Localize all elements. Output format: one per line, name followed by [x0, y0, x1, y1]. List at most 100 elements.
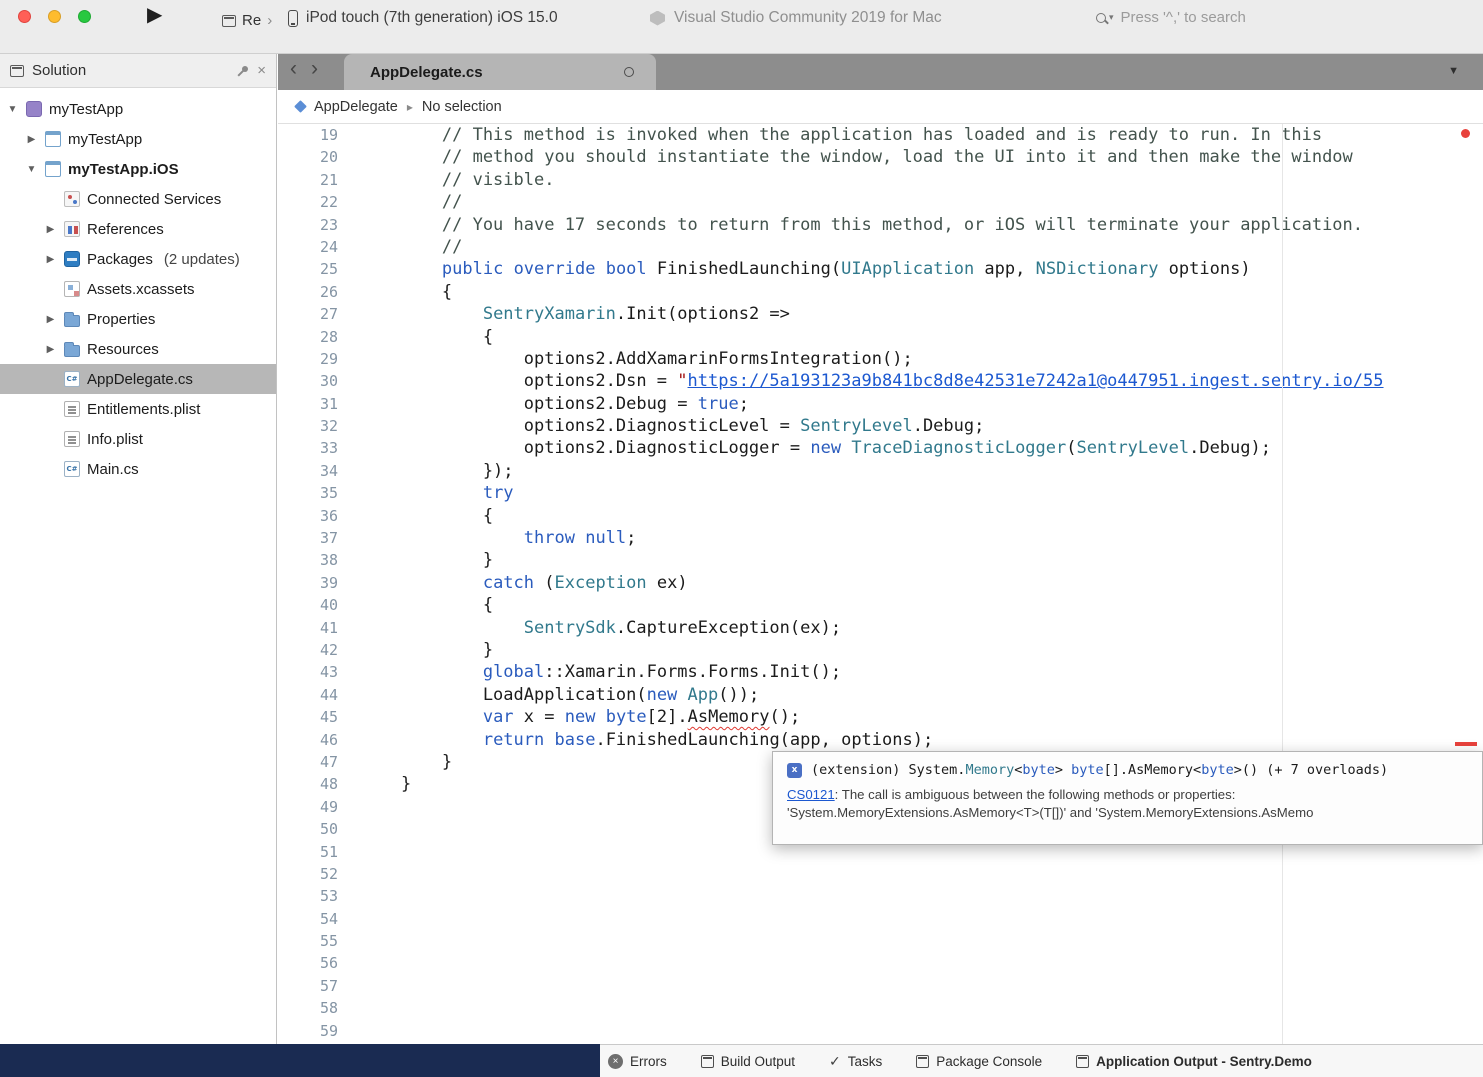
line-number[interactable]: 59 — [278, 1020, 352, 1042]
disclosure-closed-icon[interactable]: ▶ — [44, 224, 57, 235]
line-number[interactable]: 47 — [278, 751, 352, 773]
line-number[interactable]: 58 — [278, 997, 352, 1019]
code-line-41[interactable]: 41 SentrySdk.CaptureException(ex); — [278, 617, 1483, 639]
tab-appdelegate[interactable]: AppDelegate.cs — [344, 54, 656, 90]
navigate-forward-button[interactable]: › — [311, 57, 318, 81]
close-icon[interactable]: × — [257, 64, 266, 78]
tree-item-resources[interactable]: ▶Resources — [0, 334, 276, 364]
line-number[interactable]: 26 — [278, 281, 352, 303]
error-code-link[interactable]: CS0121 — [787, 787, 835, 802]
code-line-42[interactable]: 42 } — [278, 639, 1483, 661]
tree-item-packages[interactable]: ▶Packages(2 updates) — [0, 244, 276, 274]
line-number[interactable]: 35 — [278, 482, 352, 504]
run-button[interactable]: ▶ — [147, 2, 162, 27]
tree-item-entitlements-plist[interactable]: Entitlements.plist — [0, 394, 276, 424]
code-line-22[interactable]: 22 // — [278, 191, 1483, 213]
code-line-31[interactable]: 31 options2.Debug = true; — [278, 393, 1483, 415]
line-number[interactable]: 29 — [278, 348, 352, 370]
tree-item-appdelegate-cs[interactable]: AppDelegate.cs — [0, 364, 276, 394]
code-line-35[interactable]: 35 try — [278, 482, 1483, 504]
line-number[interactable]: 52 — [278, 863, 352, 885]
scrollbar-error-dot[interactable] — [1461, 129, 1470, 138]
disclosure-closed-icon[interactable]: ▶ — [44, 344, 57, 355]
code-line-23[interactable]: 23 // You have 17 seconds to return from… — [278, 214, 1483, 236]
line-number[interactable]: 40 — [278, 594, 352, 616]
code-line-29[interactable]: 29 options2.AddXamarinFormsIntegration()… — [278, 348, 1483, 370]
line-number[interactable]: 45 — [278, 706, 352, 728]
code-line-20[interactable]: 20 // method you should instantiate the … — [278, 146, 1483, 168]
code-line-36[interactable]: 36 { — [278, 505, 1483, 527]
disclosure-closed-icon[interactable]: ▶ — [25, 134, 38, 145]
line-number[interactable]: 44 — [278, 684, 352, 706]
line-number[interactable]: 50 — [278, 818, 352, 840]
line-number[interactable]: 23 — [278, 214, 352, 236]
breadcrumb-selection[interactable]: No selection — [422, 99, 502, 115]
tree-item-info-plist[interactable]: Info.plist — [0, 424, 276, 454]
breadcrumb-item[interactable]: AppDelegate — [314, 99, 398, 115]
zoom-window-button[interactable] — [78, 10, 91, 23]
tab-modified-indicator[interactable] — [624, 67, 634, 77]
tree-item-mytestapp[interactable]: ▶myTestApp — [0, 124, 276, 154]
minimize-window-button[interactable] — [48, 10, 61, 23]
tree-item-assets-xcassets[interactable]: Assets.xcassets — [0, 274, 276, 304]
code-line-33[interactable]: 33 options2.DiagnosticLogger = new Trace… — [278, 437, 1483, 459]
code-line-19[interactable]: 19 // This method is invoked when the ap… — [278, 124, 1483, 146]
code-line-55[interactable]: 55 — [278, 930, 1483, 952]
tab-list-dropdown-icon[interactable]: ▼ — [1448, 65, 1459, 77]
navigate-back-button[interactable]: ‹ — [290, 57, 297, 81]
code-line-24[interactable]: 24 // — [278, 236, 1483, 258]
pad-tab-tasks[interactable]: Tasks — [829, 1053, 882, 1070]
tree-item-properties[interactable]: ▶Properties — [0, 304, 276, 334]
line-number[interactable]: 42 — [278, 639, 352, 661]
line-number[interactable]: 24 — [278, 236, 352, 258]
build-config-selector[interactable]: Re › — [222, 12, 272, 29]
tree-item-references[interactable]: ▶References — [0, 214, 276, 244]
line-number[interactable]: 54 — [278, 908, 352, 930]
disclosure-closed-icon[interactable]: ▶ — [44, 314, 57, 325]
line-number[interactable]: 51 — [278, 841, 352, 863]
dsn-url-link[interactable]: https://5a193123a9b841bc8d8e42531e7242a1… — [688, 371, 1384, 391]
line-number[interactable]: 34 — [278, 460, 352, 482]
search-input[interactable] — [1121, 9, 1331, 26]
code-line-37[interactable]: 37 throw null; — [278, 527, 1483, 549]
tree-item-mytestapp[interactable]: ▼myTestApp — [0, 94, 276, 124]
code-line-43[interactable]: 43 global::Xamarin.Forms.Forms.Init(); — [278, 661, 1483, 683]
line-number[interactable]: 43 — [278, 661, 352, 683]
code-line-46[interactable]: 46 return base.FinishedLaunching(app, op… — [278, 729, 1483, 751]
close-window-button[interactable] — [18, 10, 31, 23]
code-line-38[interactable]: 38 } — [278, 549, 1483, 571]
code-line-40[interactable]: 40 { — [278, 594, 1483, 616]
pad-tab-package-console[interactable]: Package Console — [916, 1054, 1042, 1069]
code-line-59[interactable]: 59 — [278, 1020, 1483, 1042]
disclosure-open-icon[interactable]: ▼ — [25, 164, 38, 175]
line-number[interactable]: 33 — [278, 437, 352, 459]
line-number[interactable]: 38 — [278, 549, 352, 571]
code-line-25[interactable]: 25 public override bool FinishedLaunchin… — [278, 258, 1483, 280]
line-number[interactable]: 32 — [278, 415, 352, 437]
line-number[interactable]: 39 — [278, 572, 352, 594]
line-number[interactable]: 21 — [278, 169, 352, 191]
line-number[interactable]: 55 — [278, 930, 352, 952]
code-line-45[interactable]: 45 var x = new byte[2].AsMemory(); — [278, 706, 1483, 728]
tree-item-connected-services[interactable]: Connected Services — [0, 184, 276, 214]
code-line-27[interactable]: 27 SentryXamarin.Init(options2 => — [278, 303, 1483, 325]
line-number[interactable]: 20 — [278, 146, 352, 168]
line-number[interactable]: 57 — [278, 975, 352, 997]
code-line-39[interactable]: 39 catch (Exception ex) — [278, 572, 1483, 594]
line-number[interactable]: 36 — [278, 505, 352, 527]
code-line-54[interactable]: 54 — [278, 908, 1483, 930]
code-editor[interactable]: 19 // This method is invoked when the ap… — [278, 124, 1483, 1044]
pin-icon[interactable] — [235, 64, 249, 78]
line-number[interactable]: 37 — [278, 527, 352, 549]
line-number[interactable]: 27 — [278, 303, 352, 325]
code-line-34[interactable]: 34 }); — [278, 460, 1483, 482]
code-line-21[interactable]: 21 // visible. — [278, 169, 1483, 191]
code-line-28[interactable]: 28 { — [278, 326, 1483, 348]
disclosure-closed-icon[interactable]: ▶ — [44, 254, 57, 265]
code-line-26[interactable]: 26 { — [278, 281, 1483, 303]
line-number[interactable]: 25 — [278, 258, 352, 280]
pad-tab-application-output-sentry-demo[interactable]: Application Output - Sentry.Demo — [1076, 1054, 1312, 1069]
line-number[interactable]: 30 — [278, 370, 352, 392]
line-number[interactable]: 28 — [278, 326, 352, 348]
code-line-58[interactable]: 58 — [278, 997, 1483, 1019]
